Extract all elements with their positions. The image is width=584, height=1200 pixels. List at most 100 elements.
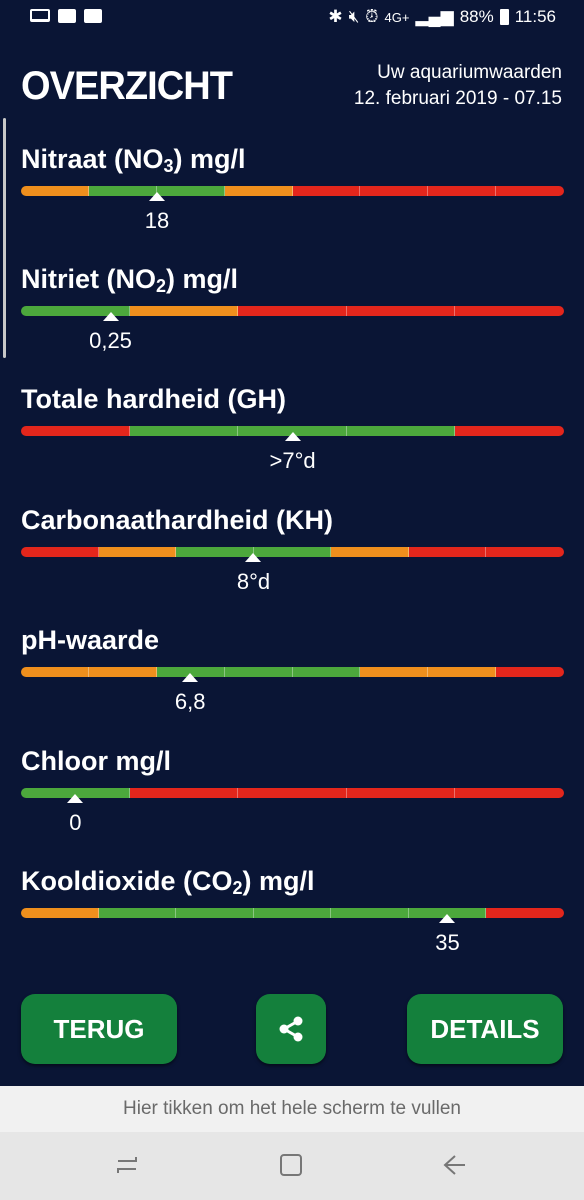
range-segment (21, 426, 130, 436)
range-segment (455, 306, 564, 316)
range-segment (331, 547, 409, 557)
recent-apps-icon[interactable] (114, 1152, 140, 1178)
value-marker-icon (284, 432, 301, 441)
value-marker-icon (439, 914, 456, 923)
parameter-row: Nitriet (NO2) mg/l 0,25 (0, 264, 584, 364)
network-type: 4G+ (384, 9, 410, 25)
system-indicators: ✱ 🔇︎ ⏰︎ 4G+ ▂▄▆ 88% 11:56 (328, 7, 556, 27)
value-marker-icon (67, 794, 84, 803)
parameter-row: Nitraat (NO3) mg/l 18 (0, 144, 584, 244)
parameter-label-unit: ) mg/l (166, 264, 239, 294)
parameter-label-text: pH-waarde (21, 625, 160, 655)
status-bar: ✱ 🔇︎ ⏰︎ 4G+ ▂▄▆ 88% 11:56 (0, 0, 584, 36)
range-segment (346, 788, 456, 798)
range-segment (238, 788, 347, 798)
range-segment (253, 908, 332, 918)
parameter-value: 0,25 (89, 328, 132, 353)
parameter-label-subscript: 3 (163, 156, 174, 176)
parameter-row: Totale hardheid (GH) >7°d (0, 384, 584, 484)
range-segment (98, 908, 177, 918)
value-marker-icon (182, 673, 199, 682)
range-bar (21, 547, 564, 557)
parameter-value: 0 (69, 810, 82, 835)
parameter-value: 18 (144, 208, 170, 233)
subtitle-caption: Uw aquariumwaarden (377, 62, 562, 83)
laptop-icon (30, 9, 50, 22)
signal-icon: ▂▄▆ (415, 7, 454, 26)
email-icon (58, 9, 76, 23)
parameter-label-text: Nitraat (NO (21, 144, 164, 174)
parameter-row: pH-waarde 6,8 (0, 625, 584, 725)
range-segment (88, 186, 157, 196)
parameter-label-subscript: 2 (232, 878, 243, 898)
range-segment (486, 547, 564, 557)
parameter-label: Kooldioxide (CO2) mg/l (21, 866, 315, 899)
range-segment (129, 788, 239, 798)
parameter-label: Totale hardheid (GH) (21, 384, 286, 415)
range-segment (331, 908, 409, 918)
parameter-label-text: Kooldioxide (CO (21, 866, 233, 896)
range-segment (292, 667, 361, 677)
bluetooth-icon: ✱ (328, 7, 343, 26)
page-subtitle: Uw aquariumwaarden 12. februari 2019 - 0… (354, 60, 562, 112)
parameter-label: Carbonaathardheid (KH) (21, 505, 333, 536)
fullscreen-hint[interactable]: Hier tikken om het hele scherm te vullen (0, 1086, 584, 1132)
measurement-date: 12. februari 2019 - 07.15 (353, 88, 562, 109)
parameter-label-text: Totale hardheid (GH) (21, 384, 287, 414)
parameter-label-unit: ) mg/l (242, 866, 315, 896)
range-segment (346, 306, 456, 316)
parameter-value: 6,8 (174, 689, 206, 714)
range-segment (21, 667, 89, 677)
parameter-label-text: Carbonaathardheid (KH) (21, 505, 334, 535)
range-segment (486, 908, 564, 918)
parameter-value: 35 (435, 930, 460, 955)
battery-icon (499, 9, 509, 25)
range-segment (238, 306, 347, 316)
mute-icon: 🔇︎ (348, 7, 360, 26)
parameter-label: pH-waarde (21, 625, 159, 656)
range-segment (176, 547, 254, 557)
range-segment (98, 547, 177, 557)
range-segment (21, 186, 89, 196)
range-bar (21, 908, 564, 918)
parameter-label-subscript: 2 (156, 276, 167, 296)
range-bar (21, 186, 564, 196)
notification-icons (30, 9, 102, 23)
gmail-icon (84, 9, 102, 23)
parameter-row: Chloor mg/l 0 (0, 746, 584, 846)
range-segment (129, 306, 239, 316)
share-button[interactable] (256, 994, 326, 1064)
range-segment (253, 547, 332, 557)
home-icon[interactable] (278, 1152, 304, 1178)
range-segment (292, 186, 361, 196)
range-segment (129, 426, 239, 436)
back-nav-icon[interactable] (441, 1152, 467, 1178)
range-segment (496, 667, 564, 677)
clock: 11:56 (514, 7, 556, 26)
battery-percent: 88% (459, 7, 494, 26)
range-segment (176, 908, 254, 918)
value-marker-icon (245, 553, 262, 562)
range-bar (21, 788, 564, 798)
share-icon (279, 1016, 303, 1042)
parameter-row: Kooldioxide (CO2) mg/l 35 (0, 866, 584, 966)
range-segment (408, 547, 487, 557)
parameter-value: >7°d (269, 448, 316, 473)
range-segment (21, 547, 99, 557)
value-marker-icon (148, 192, 165, 201)
value-marker-icon (102, 312, 119, 321)
range-segment (88, 667, 157, 677)
range-segment (455, 426, 564, 436)
range-segment (428, 186, 497, 196)
range-segment (21, 908, 99, 918)
back-button[interactable]: TERUG (21, 994, 177, 1064)
parameter-label: Chloor mg/l (21, 746, 171, 777)
details-button[interactable]: DETAILS (407, 994, 563, 1064)
system-nav-bar (0, 1132, 584, 1200)
parameter-label-text: Nitriet (NO (21, 264, 156, 294)
range-bar (21, 667, 564, 677)
range-segment (346, 426, 456, 436)
alarm-icon: ⏰︎ (365, 7, 379, 26)
range-segment (496, 186, 564, 196)
parameter-row: Carbonaathardheid (KH) 8°d (0, 505, 584, 605)
